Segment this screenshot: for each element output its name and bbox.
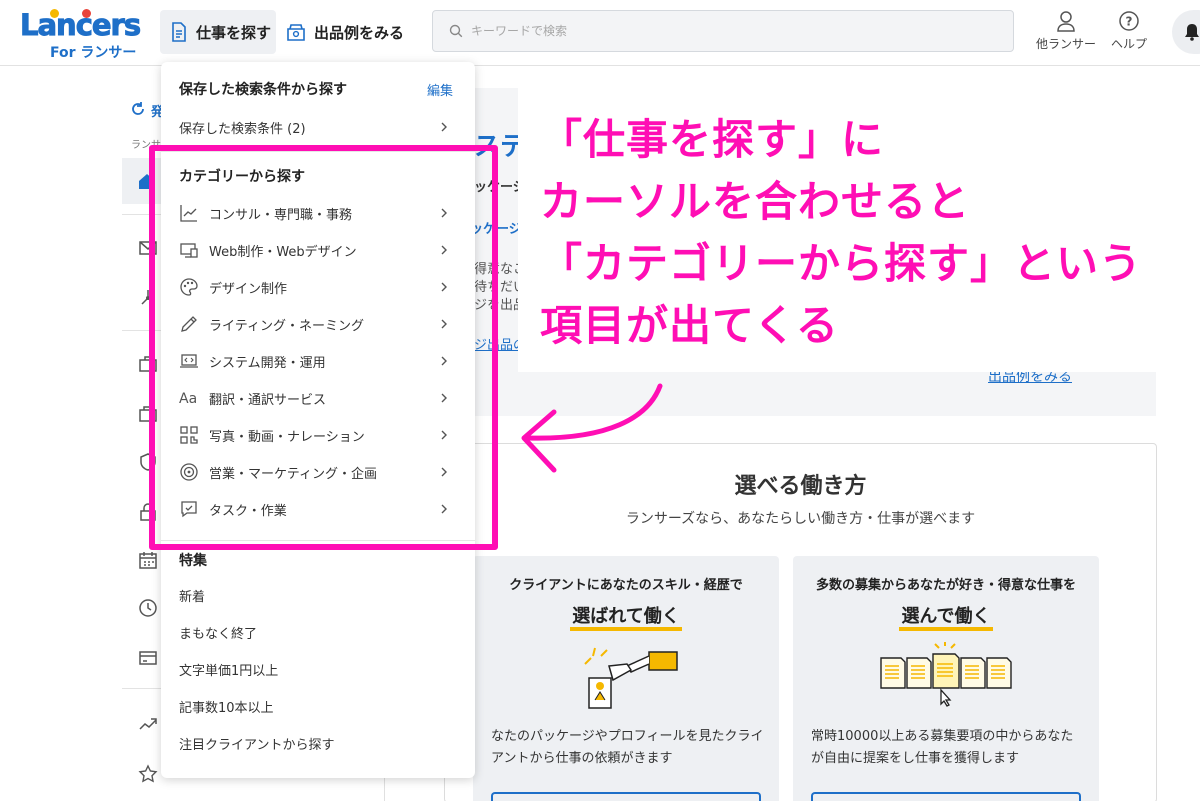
nav-examples-button[interactable]: 出品例をみる (284, 10, 414, 54)
edit-link[interactable]: 編集 (427, 80, 453, 99)
documents-illustration (880, 642, 1012, 707)
notification-button[interactable] (1172, 10, 1200, 54)
feature-label: 文字単価1円以上 (179, 663, 279, 679)
logo-dot-red (82, 9, 91, 18)
feature-item[interactable]: 記事数10本以上 (161, 688, 475, 724)
document-icon (172, 22, 186, 42)
user-icon (1057, 11, 1075, 32)
category-highlight-frame (149, 145, 498, 550)
search-icon (449, 24, 463, 38)
handshake-illustration (584, 647, 678, 709)
mode-button[interactable] (811, 792, 1081, 801)
logo-wordmark: Lancers (19, 8, 141, 43)
shop-icon (287, 24, 305, 41)
annotation-line: 「仕事を探す」に (540, 115, 885, 164)
logo-subtitle: For ランサー (50, 45, 137, 61)
nav-find-jobs-button[interactable]: 仕事を探す (160, 10, 276, 54)
mode-top-text: クライアントにあなたのスキル・経歴で (509, 578, 743, 593)
annotation-line: カーソルを合わせると (540, 177, 971, 226)
lancers-logo[interactable]: Lancers For ランサー (19, 8, 144, 62)
feature-item[interactable]: 注目クライアントから探す (161, 725, 475, 761)
mode-description: 常時10000以上ある募集要項の中からあなたが自由に提案をし仕事を獲得します (811, 729, 1074, 766)
help-icon: ? (1119, 11, 1139, 31)
work-style-card: 選べる働き方 ランサーズなら、あなたらしい働き方・仕事が選べます クライアントに… (444, 443, 1157, 801)
other-lancers-label: 他ランサー (1036, 37, 1097, 51)
feature-label: 注目クライアントから探す (179, 737, 335, 753)
keyword-search[interactable] (432, 10, 1014, 52)
mode-chosen: クライアントにあなたのスキル・経歴で 選ばれて働く なたのパッケージやプロフィー… (473, 556, 779, 801)
nav-examples-label: 出品例をみる (314, 23, 405, 42)
calendar-icon[interactable] (138, 550, 158, 570)
feature-item[interactable]: まもなく終了 (161, 614, 475, 650)
feature-item[interactable]: 新着 (161, 577, 475, 613)
annotation-line: 「カテゴリーから探す」という (540, 239, 1143, 288)
logo-dot-yellow (50, 9, 59, 18)
mode-top-text: 多数の募集からあなたが好き・得意な仕事を (815, 578, 1076, 593)
saved-search-item[interactable]: 保存した検索条件 (2) (161, 109, 475, 145)
mode-button[interactable] (491, 792, 761, 801)
mode-choose: 多数の募集からあなたが好き・得意な仕事を 選んで働く 常時10000以上ある募集… (793, 556, 1099, 801)
help-button[interactable]: ? ヘルプ (1111, 10, 1147, 52)
feature-heading: 特集 (179, 553, 207, 569)
top-header: Lancers For ランサー 仕事を探す 出品例をみる 他ランサー (0, 0, 1200, 66)
chevron-right-icon (441, 122, 447, 132)
feature-label: 新着 (179, 589, 206, 605)
trend-icon[interactable] (138, 714, 158, 734)
credit-card-icon[interactable] (138, 648, 158, 668)
mode-description: なたのパッケージやプロフィールを見たクライアントから仕事の依頼がきます (491, 729, 764, 766)
search-input[interactable] (471, 24, 971, 38)
saved-search-label: 保存した検索条件 (2) (179, 121, 306, 137)
nav-find-jobs-label: 仕事を探す (196, 23, 272, 42)
annotation-line: 項目が出てくる (540, 301, 839, 350)
bell-icon (1185, 24, 1199, 41)
clock-icon[interactable] (138, 598, 158, 618)
svg-text:?: ? (1126, 15, 1133, 29)
saved-search-heading: 保存した検索条件から探す (179, 82, 347, 98)
feature-label: 記事数10本以上 (179, 700, 274, 716)
feature-item[interactable]: 文字単価1円以上 (161, 651, 475, 687)
work-style-subtitle: ランサーズなら、あなたらしい働き方・仕事が選べます (625, 511, 976, 527)
mode-heading: 選んで働く (793, 602, 1099, 631)
help-label: ヘルプ (1111, 37, 1148, 51)
feature-label: まもなく終了 (179, 626, 258, 642)
other-lancers-button[interactable]: 他ランサー (1036, 10, 1096, 52)
annotation-arrow-icon (521, 383, 663, 473)
refresh-icon (132, 102, 144, 115)
star-icon[interactable] (138, 764, 158, 784)
mode-heading: 選ばれて働く (473, 602, 779, 631)
